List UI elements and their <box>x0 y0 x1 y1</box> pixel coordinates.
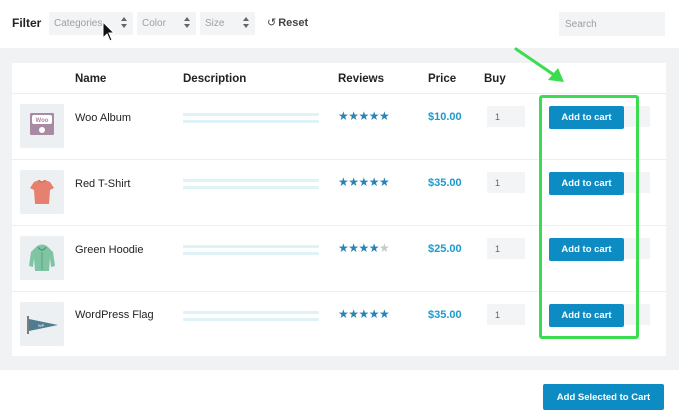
filter-bar: Filter Categories Color Size ↺ Reset <box>0 0 679 48</box>
reset-label: Reset <box>278 17 309 29</box>
color-select-label: Color <box>142 18 166 29</box>
price: $35.00 <box>428 177 462 189</box>
quantity-input[interactable] <box>487 172 525 193</box>
select-arrows-icon <box>243 17 249 29</box>
select-arrows-icon <box>184 17 190 29</box>
header-buy: Buy <box>484 73 506 85</box>
header-reviews: Reviews <box>338 73 385 85</box>
description-placeholder <box>183 311 319 314</box>
svg-text:Woo: Woo <box>36 118 49 124</box>
price: $10.00 <box>428 111 462 123</box>
description-placeholder <box>183 113 319 116</box>
woo-album-icon: Woo <box>20 104 64 148</box>
rating-stars: ★★★★★ <box>338 307 390 321</box>
reset-icon: ↺ <box>267 17 277 29</box>
description-placeholder <box>183 179 319 182</box>
price: $25.00 <box>428 243 462 255</box>
pennant-flag-icon: WP <box>20 302 64 346</box>
description-placeholder <box>183 245 319 248</box>
select-arrows-icon <box>121 17 127 29</box>
categories-select[interactable]: Categories <box>49 12 133 35</box>
header-description: Description <box>183 73 247 85</box>
quantity-input[interactable] <box>487 304 525 325</box>
add-selected-to-cart-button[interactable]: Add Selected to Cart <box>543 384 664 410</box>
header-name: Name <box>75 73 107 85</box>
svg-text:WP: WP <box>38 323 45 328</box>
price: $35.00 <box>428 309 462 321</box>
tshirt-icon <box>20 170 64 214</box>
filter-label: Filter <box>12 16 42 30</box>
add-to-cart-highlight-box <box>539 95 639 339</box>
description-placeholder <box>183 252 319 255</box>
product-name[interactable]: Woo Album <box>75 109 165 127</box>
quantity-input[interactable] <box>487 238 525 259</box>
product-name[interactable]: Green Hoodie <box>75 241 165 259</box>
color-select[interactable]: Color <box>137 12 196 35</box>
rating-stars: ★★★★★ <box>338 241 390 255</box>
reset-button[interactable]: ↺ Reset <box>267 16 308 29</box>
categories-select-label: Categories <box>54 18 103 29</box>
search-input[interactable] <box>559 12 665 36</box>
rating-stars: ★★★★★ <box>338 175 390 189</box>
description-placeholder <box>183 318 319 321</box>
hoodie-icon <box>20 236 64 280</box>
size-select[interactable]: Size <box>200 12 255 35</box>
header-price: Price <box>428 73 457 85</box>
mouse-cursor-icon <box>102 21 116 42</box>
annotation-arrow-icon <box>514 47 564 82</box>
product-name[interactable]: Red T-Shirt <box>75 175 165 193</box>
rating-stars: ★★★★★ <box>338 109 390 123</box>
size-select-label: Size <box>205 18 225 29</box>
description-placeholder <box>183 186 319 189</box>
product-name[interactable]: WordPress Flag <box>75 306 165 324</box>
description-placeholder <box>183 120 319 123</box>
quantity-input[interactable] <box>487 106 525 127</box>
